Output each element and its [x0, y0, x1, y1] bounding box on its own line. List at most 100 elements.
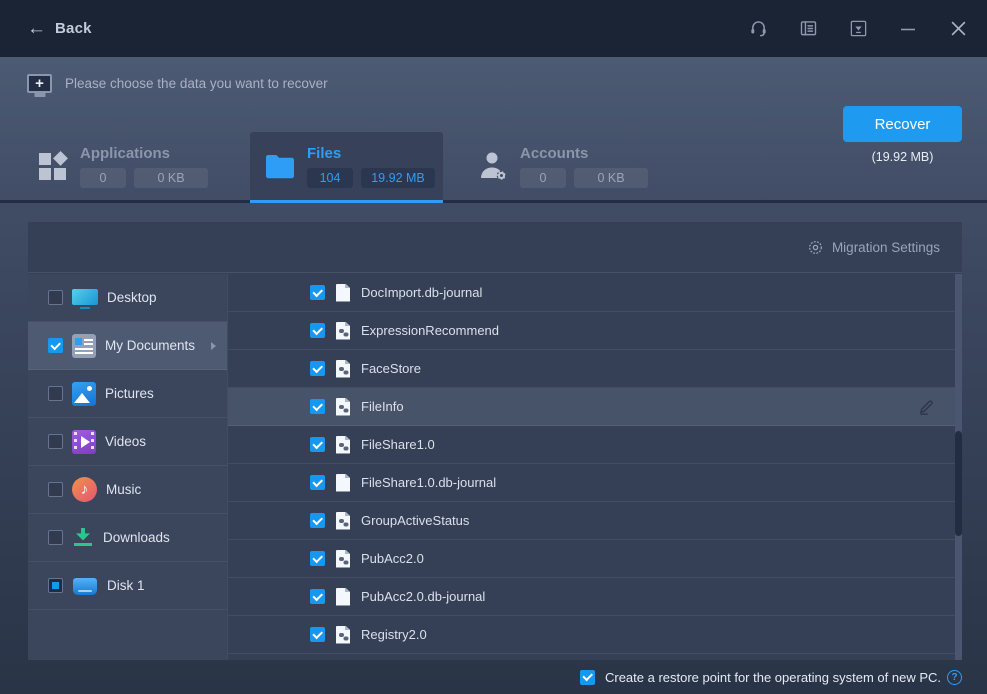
category-icon	[72, 574, 98, 598]
file-row[interactable]: FileShare1.0.db-journal	[228, 464, 962, 502]
file-icon	[336, 549, 350, 568]
file-checkbox[interactable]	[310, 551, 325, 566]
files-folder-icon	[263, 153, 297, 180]
file-row[interactable]: ExpressionRecommend	[228, 312, 962, 350]
category-checkbox[interactable]	[48, 578, 63, 593]
tab-label: Applications	[80, 144, 171, 162]
accounts-icon	[476, 149, 510, 183]
back-button[interactable]: ← Back	[27, 19, 92, 38]
sidebar-category-row[interactable]: Downloads	[28, 514, 227, 562]
category-icon	[72, 477, 97, 502]
sidebar-category-row[interactable]: My Documents	[28, 322, 227, 370]
restore-point-checkbox[interactable]	[579, 669, 595, 685]
count-badge: 0	[520, 167, 566, 188]
migration-settings-label: Migration Settings	[831, 239, 940, 255]
file-checkbox[interactable]	[310, 513, 325, 528]
titlebar-actions	[747, 18, 969, 40]
file-name: GroupActiveStatus	[361, 513, 470, 528]
file-icon	[336, 473, 350, 492]
file-row[interactable]: PubAcc2.0.db-journal	[228, 578, 962, 616]
file-row[interactable]: DocImport.db-journal	[228, 274, 962, 312]
menu-dropdown-icon[interactable]	[847, 18, 869, 40]
add-pc-icon: +	[27, 74, 52, 93]
file-checkbox[interactable]	[310, 437, 325, 452]
titlebar: ← Back	[0, 0, 987, 57]
file-row[interactable]: FaceStore	[228, 350, 962, 388]
category-checkbox[interactable]	[48, 482, 63, 497]
selection-panel: Migration Settings Desktop My Documents …	[28, 222, 962, 660]
tab-files[interactable]: Files 104 19.92 MB	[250, 132, 443, 203]
category-icon	[72, 382, 96, 406]
file-icon	[336, 321, 350, 340]
file-row[interactable]: FileShare1.0	[228, 426, 962, 464]
gear-icon	[808, 240, 822, 254]
file-row[interactable]: GroupActiveStatus	[228, 502, 962, 540]
file-icon	[336, 435, 350, 454]
file-checkbox[interactable]	[310, 475, 325, 490]
category-sidebar: Desktop My Documents Pictures Videos Mus…	[28, 274, 228, 660]
file-name: FileInfo	[361, 399, 404, 414]
file-name: DocImport.db-journal	[361, 285, 483, 300]
file-checkbox[interactable]	[310, 399, 325, 414]
category-checkbox[interactable]	[48, 338, 63, 353]
band-separator	[0, 200, 987, 203]
sidebar-category-row[interactable]: Pictures	[28, 370, 227, 418]
size-badge: 0 KB	[574, 167, 648, 188]
recover-area: Recover (19.92 MB)	[843, 106, 962, 164]
sidebar-category-row[interactable]: Disk 1	[28, 562, 227, 610]
scrollbar-track[interactable]	[955, 274, 962, 660]
help-icon[interactable]: ?	[947, 669, 962, 685]
file-icon	[336, 283, 350, 302]
category-checkbox[interactable]	[48, 290, 63, 305]
restore-point-label: Create a restore point for the operating…	[604, 669, 941, 685]
scrollbar-thumb[interactable]	[955, 431, 962, 536]
sidebar-category-row[interactable]: Music	[28, 466, 227, 514]
file-checkbox[interactable]	[310, 627, 325, 642]
category-label: Pictures	[105, 386, 154, 401]
migration-settings-button[interactable]: Migration Settings	[807, 239, 940, 256]
header-band: + Please choose the data you want to rec…	[0, 57, 987, 203]
tab-accounts[interactable]: Accounts 0 0 KB	[476, 132, 648, 200]
category-label: Downloads	[103, 530, 170, 545]
sidebar-category-row[interactable]: Desktop	[28, 274, 227, 322]
file-icon	[336, 625, 350, 644]
file-row[interactable]: Registry2.0	[228, 616, 962, 654]
category-checkbox[interactable]	[48, 386, 63, 401]
back-arrow-icon: ←	[27, 18, 46, 39]
file-icon	[336, 587, 350, 606]
recover-button[interactable]: Recover	[843, 106, 962, 142]
count-badge: 104	[307, 167, 353, 188]
support-headset-icon[interactable]	[747, 18, 769, 40]
tab-applications[interactable]: Applications 0 0 KB	[36, 132, 208, 200]
file-checkbox[interactable]	[310, 285, 325, 300]
file-icon	[336, 359, 350, 378]
minimize-button[interactable]	[897, 18, 919, 40]
tab-label: Files	[307, 144, 342, 162]
file-checkbox[interactable]	[310, 323, 325, 338]
file-checkbox[interactable]	[310, 361, 325, 376]
close-button[interactable]	[947, 18, 969, 40]
file-checkbox[interactable]	[310, 589, 325, 604]
file-icon	[336, 397, 350, 416]
chevron-right-icon[interactable]	[211, 341, 216, 350]
size-badge: 19.92 MB	[361, 167, 435, 188]
file-icon	[336, 511, 350, 530]
tab-label: Accounts	[520, 144, 589, 162]
category-label: Videos	[105, 434, 147, 449]
size-badge: 0 KB	[134, 167, 208, 188]
file-row[interactable]: PubAcc2.0	[228, 540, 962, 578]
file-name: PubAcc2.0	[361, 551, 424, 566]
edit-pencil-icon[interactable]	[916, 397, 936, 417]
panel-body: Desktop My Documents Pictures Videos Mus…	[28, 274, 962, 660]
sidebar-category-row[interactable]: Videos	[28, 418, 227, 466]
file-name: FileShare1.0.db-journal	[361, 475, 497, 490]
user-guide-icon[interactable]	[797, 18, 819, 40]
file-name: PubAcc2.0.db-journal	[361, 589, 486, 604]
category-checkbox[interactable]	[48, 530, 63, 545]
category-icon	[72, 334, 96, 358]
applications-icon	[36, 150, 70, 182]
file-row[interactable]: FileInfo	[228, 388, 962, 426]
category-checkbox[interactable]	[48, 434, 63, 449]
file-name: FileShare1.0	[361, 437, 435, 452]
footer: Create a restore point for the operating…	[28, 660, 962, 694]
